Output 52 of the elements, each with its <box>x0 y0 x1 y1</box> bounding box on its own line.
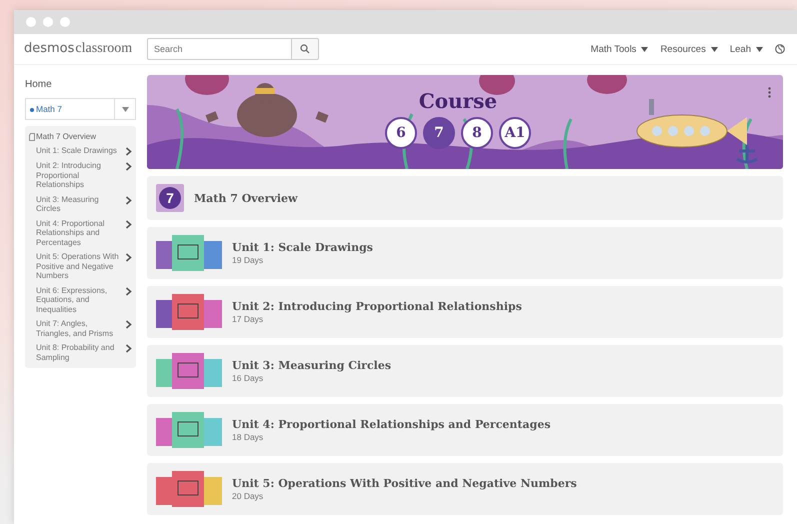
card-title: Unit 5: Operations With Positive and Negative Numbers <box>232 477 577 490</box>
window-dot[interactable] <box>43 17 53 27</box>
unit-thumbnail-drawing <box>156 471 222 507</box>
sidebar-unit-item[interactable]: Unit 7: Angles, Triangles, and Prisms <box>29 319 132 338</box>
card-title: Unit 4: Proportional Relationships and Percentages <box>232 418 551 431</box>
sidebar-unit-item[interactable]: Unit 1: Scale Drawings <box>29 146 132 156</box>
overview-card[interactable]: 7 Math 7 Overview <box>147 176 783 220</box>
sidebar-unit-item[interactable]: Unit 3: Measuring Circles <box>29 194 132 214</box>
logo[interactable]: desmosclassroom <box>24 41 147 57</box>
sidebar-unit-item[interactable]: Unit 8: Probability and Sampling <box>29 343 132 362</box>
unit-thumbnail-drawing <box>156 294 222 330</box>
page-icon <box>29 132 35 140</box>
overview-link[interactable]: Math 7 Overview <box>29 132 132 141</box>
grade-badge: 7 <box>156 184 184 212</box>
window-dot[interactable] <box>60 17 70 27</box>
window-dot[interactable] <box>26 17 36 27</box>
day-count: 17 Days <box>232 314 264 324</box>
caret-icon <box>756 46 763 52</box>
unit-card[interactable]: Unit 2: Introducing Proportional Relationships 17 Days <box>147 286 783 338</box>
globe-icon[interactable] <box>775 44 785 54</box>
unit-card[interactable]: Unit 5: Operations With Positive and Negative Numbers 20 Days <box>147 463 783 515</box>
card-title: Unit 2: Introducing Proportional Relationships <box>232 300 522 313</box>
nav-menu[interactable]: Leah <box>730 44 763 54</box>
banner-title: Course <box>418 89 498 113</box>
unit-card[interactable]: Unit 1: Scale Drawings 19 Days <box>147 227 783 279</box>
day-count: 16 Days <box>232 373 264 383</box>
home-link[interactable]: Home <box>25 79 136 90</box>
day-count: 19 Days <box>232 255 264 265</box>
caret-icon <box>710 46 718 52</box>
unit-thumbnail-drawing <box>156 412 222 448</box>
course-select[interactable]: Math 7 <box>25 98 136 120</box>
search-button[interactable] <box>291 38 319 60</box>
caret-icon <box>122 106 128 112</box>
day-count: 18 Days <box>232 432 264 442</box>
sidebar-unit-item[interactable]: Unit 4: Proportional Relationships and Percentages <box>29 218 132 247</box>
card-title: Unit 1: Scale Drawings <box>232 241 373 254</box>
caret-icon <box>641 46 648 52</box>
sidebar-unit-item[interactable]: Unit 2: Introducing Proportional Relationships <box>29 161 132 190</box>
nav-menu[interactable]: Resources <box>660 44 718 54</box>
search-field[interactable]: Search <box>147 38 291 60</box>
card-title: Unit 3: Measuring Circles <box>232 359 392 372</box>
unit-thumbnail-drawing <box>156 235 222 271</box>
more-icon[interactable] <box>768 87 771 98</box>
unit-card[interactable]: Unit 3: Measuring Circles 16 Days <box>147 345 783 397</box>
sidebar-unit-item[interactable]: Unit 6: Expressions, Equations, and Inequalities <box>29 286 132 314</box>
unit-card[interactable]: Unit 4: Proportional Relationships and Percentages 18 Days <box>147 404 783 456</box>
sidebar-unit-item[interactable]: Unit 5: Operations With Positive and Negative Numbers <box>29 252 132 280</box>
nav-menu[interactable]: Math Tools <box>590 44 648 54</box>
unit-thumbnail-drawing <box>156 353 222 389</box>
search-icon <box>300 44 310 54</box>
day-count: 20 Days <box>232 491 264 501</box>
card-title: Math 7 Overview <box>194 192 298 204</box>
